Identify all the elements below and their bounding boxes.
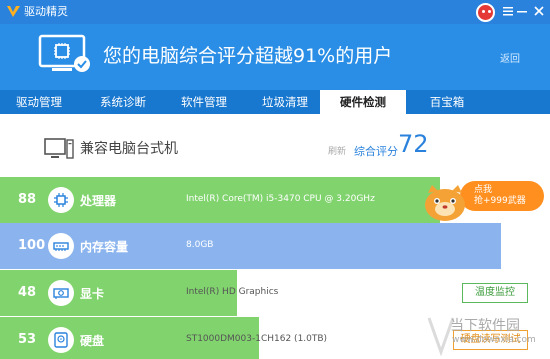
hardware-score: 100 bbox=[18, 238, 46, 253]
tab-bar: 驱动管理 系统诊断 软件管理 垃圾清理 硬件检测 百宝箱 bbox=[0, 90, 550, 114]
hardware-name: 硬盘 bbox=[80, 334, 105, 348]
overall-score-value: 72 bbox=[398, 130, 429, 158]
tab-system-diagnosis[interactable]: 系统诊断 bbox=[84, 90, 162, 114]
promo-line1: 点我 bbox=[474, 185, 493, 195]
cpu-icon bbox=[48, 187, 74, 213]
hardware-name: 显卡 bbox=[80, 287, 105, 301]
promo-line2: 抢+999武器 bbox=[474, 196, 526, 206]
hardware-detail: Intel(R) HD Graphics bbox=[186, 287, 279, 297]
hardware-detail: Intel(R) Core(TM) i5-3470 CPU @ 3.20GHz bbox=[186, 194, 375, 204]
watermark-text: 当下软件园 bbox=[450, 318, 520, 334]
close-button[interactable] bbox=[531, 3, 547, 19]
hardware-detail: 8.0GB bbox=[186, 240, 214, 250]
watermark-url: www.downxia.com bbox=[452, 335, 536, 345]
promo-banner[interactable]: 点我 抢+999武器 bbox=[420, 177, 546, 222]
cat-mascot-icon bbox=[425, 185, 465, 221]
app-title: 驱动精灵 bbox=[24, 5, 68, 18]
app-logo-icon bbox=[7, 6, 20, 17]
hardware-score: 48 bbox=[18, 285, 37, 300]
overall-score-label: 综合评分 bbox=[354, 145, 398, 158]
temperature-monitor-button[interactable]: 温度监控 bbox=[462, 283, 528, 303]
back-link[interactable]: 返回 bbox=[500, 50, 520, 65]
computer-name: 兼容电脑台式机 bbox=[80, 141, 178, 157]
minimize-button[interactable] bbox=[514, 3, 530, 19]
mascot-avatar-icon[interactable] bbox=[476, 3, 495, 22]
title-bar: 驱动精灵 bbox=[0, 0, 550, 24]
score-headline: 您的电脑综合评分超越91%的用户 bbox=[103, 45, 393, 67]
desktop-computer-icon bbox=[44, 138, 74, 159]
tab-toolbox[interactable]: 百宝箱 bbox=[408, 90, 486, 114]
hardware-row-memory[interactable]: 100 内存容量 8.0GB bbox=[0, 223, 550, 269]
memory-icon bbox=[48, 233, 74, 259]
hardware-detail: ST1000DM003-1CH162 (1.0TB) bbox=[186, 334, 328, 344]
header-banner: 您的电脑综合评分超越91%的用户 返回 bbox=[0, 24, 550, 90]
tab-hardware-detection[interactable]: 硬件检测 bbox=[320, 90, 406, 114]
hardware-name: 内存容量 bbox=[80, 240, 129, 254]
hardware-score: 53 bbox=[18, 332, 37, 347]
tab-junk-cleanup[interactable]: 垃圾清理 bbox=[246, 90, 324, 114]
hardware-name: 处理器 bbox=[80, 194, 117, 208]
disk-icon bbox=[48, 327, 74, 353]
refresh-link[interactable]: 刷新 bbox=[328, 144, 346, 157]
hardware-row-gpu[interactable]: 48 显卡 Intel(R) HD Graphics 温度监控 bbox=[0, 270, 550, 316]
score-bar bbox=[0, 223, 501, 269]
hardware-score: 88 bbox=[18, 192, 37, 207]
promo-bubble: 点我 抢+999武器 bbox=[460, 181, 544, 211]
gpu-icon bbox=[48, 280, 74, 306]
computer-summary: 兼容电脑台式机 刷新 综合评分 72 bbox=[0, 114, 550, 176]
tab-software-management[interactable]: 软件管理 bbox=[165, 90, 243, 114]
tab-driver-management[interactable]: 驱动管理 bbox=[0, 90, 78, 114]
monitor-check-icon bbox=[38, 34, 90, 72]
